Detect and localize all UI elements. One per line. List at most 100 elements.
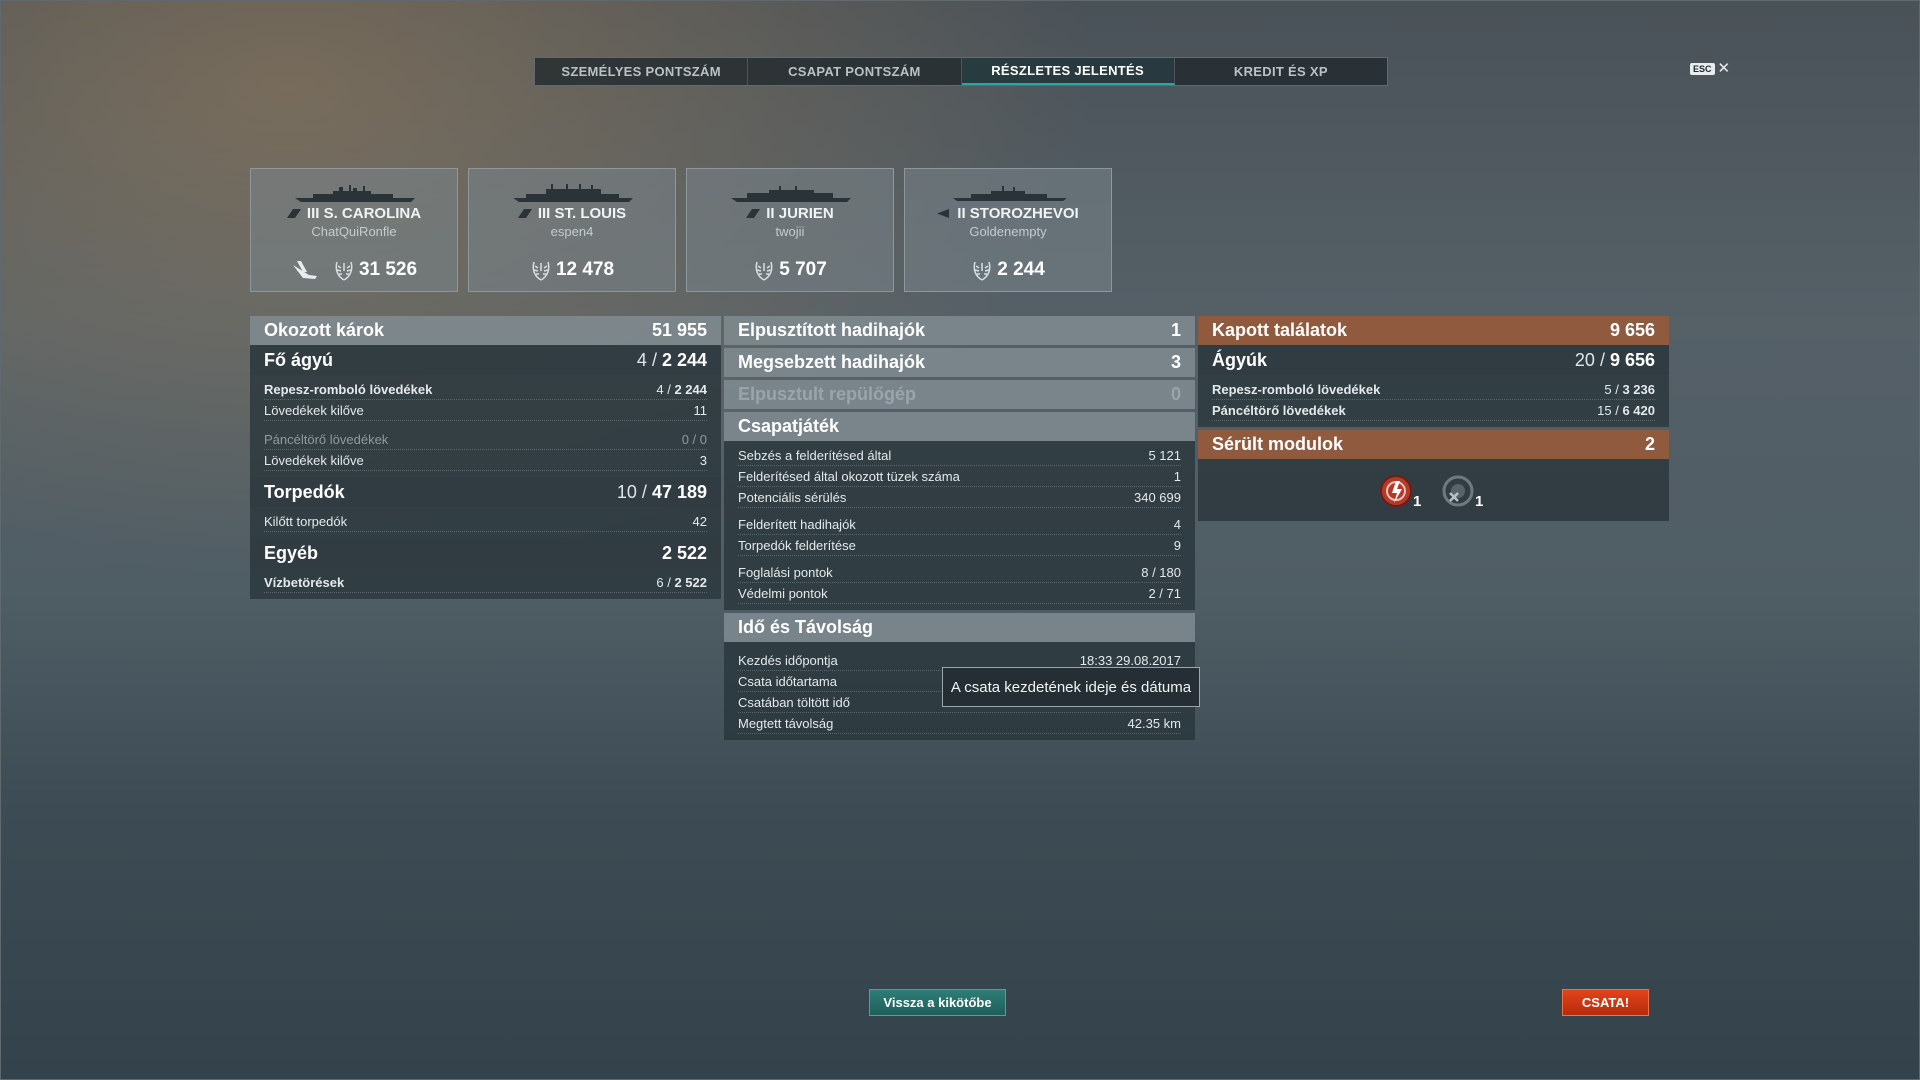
torpedoes-value: 47 189 [651,481,707,502]
ship-silhouette-icon [295,185,415,202]
cruiser-icon [517,209,532,218]
stat-row: Páncéltörő lövedékek 0 / 0 [264,429,707,450]
back-to-port-button[interactable]: Vissza a kikötőbe [869,989,1006,1016]
damage-received-panel: Kapott találatok 9 656 Ágyúk 20 / 9 656 … [1198,316,1669,521]
stat-label: Repesz-romboló lövedékek [1212,381,1381,397]
ship-card[interactable]: III S. CAROLINA ChatQuiRonfle 31 526 [250,168,458,292]
esc-key-badge: ESC [1690,63,1715,75]
close-icon: ✕ [1717,60,1731,77]
damage-received-title: Kapott találatok [1212,320,1348,340]
stat-value: 4 [1173,516,1181,532]
stat-label: Repesz-romboló lövedékek [264,381,433,397]
plane-icon [292,261,317,279]
laurel-icon [532,261,550,281]
stat-hits: 6 [656,574,664,590]
ship-score: 2 244 [997,259,1045,280]
stat-row: Sebzés a felderítésed által 5 121 [738,445,1181,466]
stat-row: Potenciális sérülés 340 699 [738,487,1181,508]
stat-value: 1 [1173,468,1181,484]
guns-title: Ágyúk [1212,349,1268,370]
planes-destroyed-label: Elpusztult repülőgép [738,384,916,404]
guns-details: Repesz-romboló lövedékek 5 / 3 236 Páncé… [1198,375,1669,427]
stat-label: Lövedékek kilőve [264,402,364,418]
ship-silhouette-icon [513,184,633,202]
report-tabs: SZEMÉLYES PONTSZÁM CSAPAT PONTSZÁM RÉSZL… [534,57,1388,86]
stat-value: 0 / 0 [681,431,707,447]
module-count: 1 [1475,493,1484,510]
laurel-icon [335,261,353,281]
torpedoes-hits: 10 [616,481,637,502]
torpedoes-details: Kilőtt torpedók 42 [250,507,721,538]
stat-label: Csata időtartama [738,673,837,689]
stat-value: 5 121 [1148,447,1181,463]
main-battery-hits: 4 [636,349,647,370]
stat-value: 8 / 180 [1141,564,1181,580]
ship-name: II JURIEN [766,205,834,222]
module-count: 1 [1413,493,1422,510]
ship-cards: III S. CAROLINA ChatQuiRonfle 31 526 III… [250,168,1112,292]
ships-destroyed-row: Elpusztított hadihajók 1 [724,316,1195,345]
stat-label: Torpedók felderítése [738,537,856,553]
stat-label: Megtett távolság [738,715,834,731]
main-battery-value: 2 244 [661,349,707,370]
ship-name: III ST. LOUIS [537,205,627,222]
stat-label: Foglalási pontok [738,564,833,580]
damage-dealt-header: Okozott károk 51 955 [250,316,721,345]
time-distance-header: Idő és Távolság [724,613,1195,642]
ship-card[interactable]: III ST. LOUIS espen4 12 478 [468,168,676,292]
damage-dealt-title: Okozott károk [264,320,385,340]
stat-label: Vízbetörések [264,574,345,590]
damaged-modules-title: Sérült modulok [1212,434,1344,454]
teamplay-title: Csapatjáték [738,416,840,436]
damage-received-header: Kapott találatok 9 656 [1198,316,1669,345]
ship-score: 5 707 [779,259,827,280]
player-name: ChatQuiRonfle [311,224,397,239]
torpedoes-title: Torpedók [264,481,345,502]
player-name: twojii [775,224,805,239]
ships-damaged-row: Megsebzett hadihajók 3 [724,348,1195,377]
stat-label: Lövedékek kilőve [264,452,364,468]
ships-damaged-value: 3 [1170,352,1181,372]
stat-label: Védelmi pontok [738,585,828,601]
esc-close-button[interactable]: ESC ✕ [1690,60,1731,77]
other-header: Egyéb 2 522 [250,538,721,568]
ship-silhouette-icon [953,186,1067,201]
ship-name: III S. CAROLINA [306,205,422,222]
stat-row: Repesz-romboló lövedékek 4 / 2 244 [264,379,707,400]
stat-row: Vízbetörések 6 / 2 522 [264,572,707,593]
ship-card[interactable]: II STOROZHEVOI Goldenempty 2 244 [904,168,1112,292]
tooltip: A csata kezdetének ideje és dátuma [942,667,1200,707]
stat-row: Páncéltörő lövedékek 15 / 6 420 [1212,400,1655,421]
tab-detailed-report[interactable]: RÉSZLETES JELENTÉS [961,58,1175,85]
planes-destroyed-row: Elpusztult repülőgép 0 [724,380,1195,409]
guns-header: Ágyúk 20 / 9 656 [1198,345,1669,375]
stat-value: 42.35 km [1127,715,1181,731]
ship-score: 12 478 [555,259,615,280]
damaged-modules-total: 2 [1644,434,1655,454]
tab-personal-score[interactable]: SZEMÉLYES PONTSZÁM [535,58,749,85]
stat-value: 42 [692,513,707,529]
ship-score: 31 526 [358,259,418,280]
stat-row: Torpedók felderítése 9 [738,535,1181,556]
stat-row: Megtett távolság 42.35 km [738,713,1181,734]
ship-silhouette-icon [731,186,851,202]
stat-row: Védelmi pontok 2 / 71 [738,583,1181,604]
time-distance-title: Idő és Távolság [738,617,874,637]
stat-label: Sebzés a felderítésed által [738,447,892,463]
damaged-modules-header: Sérült modulok 2 [1198,430,1669,459]
stat-label: Kezdés időpontja [738,652,838,668]
stat-row: Foglalási pontok 8 / 180 [738,562,1181,583]
ship-card[interactable]: II JURIEN twojii 5 707 [686,168,894,292]
stat-row: Felderített hadihajók 4 [738,514,1181,535]
battle-button[interactable]: CSATA! [1562,989,1649,1016]
stat-row: Repesz-romboló lövedékek 5 / 3 236 [1212,379,1655,400]
other-details: Vízbetörések 6 / 2 522 [250,568,721,599]
stat-row: Kilőtt torpedók 42 [264,511,707,532]
ships-damaged-label: Megsebzett hadihajók [738,352,926,372]
cruiser-icon [286,209,301,218]
tab-team-score[interactable]: CSAPAT PONTSZÁM [748,58,962,85]
damaged-modules-list: 1 1 [1198,459,1669,521]
tab-credits-xp[interactable]: KREDIT ÉS XP [1175,58,1387,85]
stat-value: 3 236 [1622,381,1655,397]
damage-dealt-panel: Okozott károk 51 955 Fő ágyú 4 / 2 244 R… [250,316,721,599]
